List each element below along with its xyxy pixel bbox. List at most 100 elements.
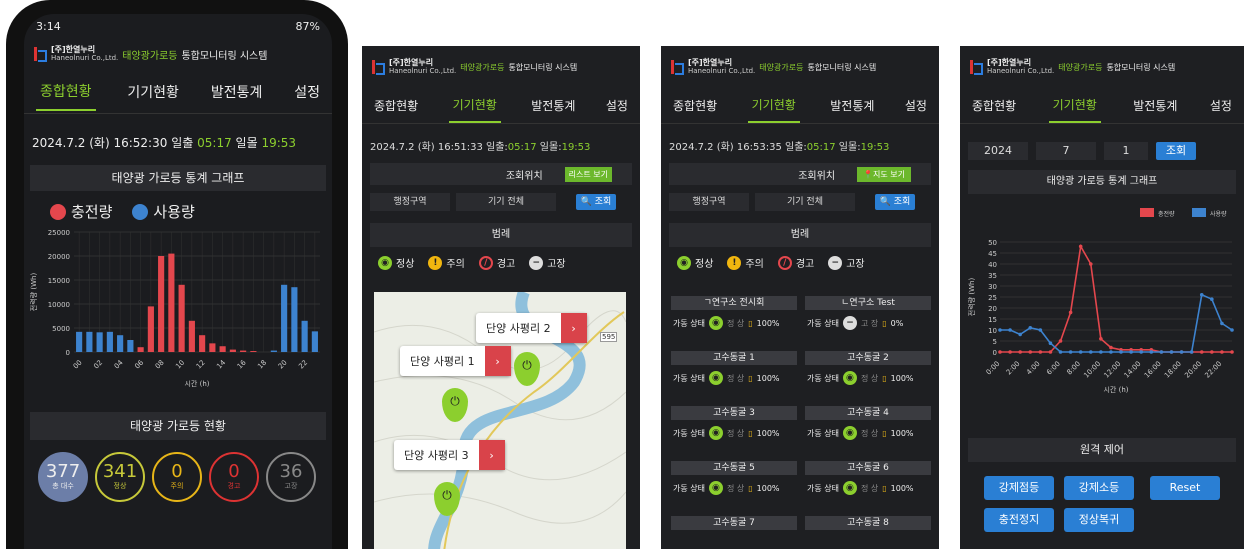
op-label: 가동 상태: [807, 318, 839, 328]
x-tick-label: 12: [195, 359, 207, 371]
device-card[interactable]: 고수동굴 6 가동 상태 ◉ 정 상 ▯ 100%: [805, 461, 931, 501]
x-tick-label: 4:00: [1025, 360, 1042, 377]
data-point: [1179, 350, 1184, 354]
device-name: ㄱ연구소 전시회: [671, 296, 797, 310]
search-label: 조회: [594, 197, 612, 207]
reset-button[interactable]: Reset: [1150, 476, 1220, 500]
force-on-button[interactable]: 강제점등: [984, 476, 1054, 500]
map-view-button[interactable]: 📍지도 보기: [857, 166, 911, 182]
y-tick-label: 5000: [52, 325, 70, 333]
road-number-label: 595: [600, 332, 618, 342]
device-card[interactable]: ㄱ연구소 전시회 가동 상태 ◉ 정 상 ▯ 100%: [671, 296, 797, 336]
y-tick-label: 50: [988, 239, 997, 247]
x-tick-label: 0:00: [985, 360, 1002, 377]
bar: [86, 331, 93, 352]
search-button[interactable]: 조회: [1156, 142, 1196, 160]
y-tick-label: 0: [993, 349, 997, 357]
tab-stats[interactable]: 발전통계: [830, 97, 874, 114]
plug-icon: ◉: [708, 426, 723, 440]
device-name: 고수동굴 4: [805, 406, 931, 420]
device-state: 고 장: [860, 318, 879, 328]
search-button[interactable]: 🔍 조회: [576, 194, 616, 210]
data-point: [1048, 350, 1053, 354]
company-name: [주]한열누리 Haneolnuri Co.,Ltd.: [51, 45, 119, 63]
system-suffix: 통합모니터링 시스템: [508, 62, 578, 72]
callout-3[interactable]: 단양 사평리 3 ›: [394, 440, 505, 470]
tab-devices[interactable]: 기기현황: [127, 82, 179, 102]
app-header: [주]한열누리 Haneolnuri Co.,Ltd. 태양광가로등 통합모니터링…: [960, 46, 1244, 88]
force-off-button[interactable]: 강제소등: [1064, 476, 1134, 500]
device-card[interactable]: 고수동굴 4 가동 상태 ◉ 정 상 ▯ 100%: [805, 406, 931, 446]
bar: [147, 306, 154, 352]
tab-stats[interactable]: 발전통계: [1133, 97, 1177, 114]
tab-overview[interactable]: 종합현황: [36, 73, 96, 111]
device-name: 고수동굴 7: [671, 516, 797, 530]
current-datetime: 2024.7.2 (화) 16:51:33: [370, 142, 483, 153]
x-tick-label: 00: [72, 359, 84, 371]
bar: [158, 256, 165, 352]
restore-button[interactable]: 정상복귀: [1064, 508, 1134, 532]
region-select[interactable]: 행정구역: [669, 193, 749, 211]
y-axis-label: 전력량 (Wh): [29, 273, 38, 312]
region-select[interactable]: 행정구역: [370, 193, 450, 211]
x-axis-label: 시간 (h): [1103, 385, 1128, 394]
tab-settings[interactable]: 설정: [606, 97, 628, 114]
tab-stats[interactable]: 발전통계: [531, 97, 575, 114]
device-select[interactable]: 기기 전체: [755, 193, 855, 211]
tab-settings[interactable]: 설정: [294, 82, 320, 102]
current-datetime: 2024.7.2 (화) 16:53:35: [669, 142, 782, 153]
search-button[interactable]: 🔍 조회: [875, 194, 915, 210]
date-line: 2024.7.2 (화) 16:51:33 일출:05:17 일몰:19:53: [370, 142, 591, 153]
device-card[interactable]: 고수동굴 2 가동 상태 ◉ 정 상 ▯ 100%: [805, 351, 931, 391]
tab-devices[interactable]: 기기현황: [747, 88, 800, 123]
tab-overview[interactable]: 종합현황: [972, 97, 1016, 114]
legend-fault: − 고장: [529, 255, 566, 270]
tab-overview[interactable]: 종합현황: [673, 97, 717, 114]
data-point: [998, 328, 1002, 332]
x-tick-label: 10: [174, 359, 186, 371]
tab-devices[interactable]: 기기현황: [448, 88, 501, 123]
month-select[interactable]: 7: [1036, 142, 1096, 160]
device-card[interactable]: ㄴ연구소 Test 가동 상태 − 고 장 ▯ 0%: [805, 296, 931, 336]
legend-title: 범례: [370, 223, 632, 247]
tab-devices[interactable]: 기기현황: [1048, 88, 1101, 123]
bar: [311, 331, 318, 352]
chart-legend: 충전량 사용량: [24, 191, 332, 226]
count-circle: 0 경고: [209, 452, 259, 502]
device-card[interactable]: 고수동굴 8: [805, 516, 931, 530]
device-card[interactable]: 고수동굴 7: [671, 516, 797, 530]
date-filter: 2024 7 1 조회: [960, 124, 1244, 168]
op-label: 가동 상태: [807, 373, 839, 383]
y-tick-label: 10: [988, 327, 997, 335]
x-tick-label: 10:00: [1082, 360, 1102, 380]
callout-1[interactable]: 단양 사평리 1 ›: [400, 346, 511, 376]
tab-stats[interactable]: 발전통계: [211, 82, 263, 102]
device-select[interactable]: 기기 전체: [456, 193, 556, 211]
day-select[interactable]: 1: [1104, 142, 1148, 160]
series-line: [1000, 244, 1232, 353]
data-point: [1078, 244, 1083, 249]
x-tick-label: 8:00: [1065, 360, 1082, 377]
status-time: 3:14: [36, 19, 61, 33]
tab-settings[interactable]: 설정: [1210, 97, 1232, 114]
device-name: 고수동굴 8: [805, 516, 931, 530]
tab-settings[interactable]: 설정: [905, 97, 927, 114]
callout-2[interactable]: 단양 사평리 2 ›: [476, 313, 587, 343]
stop-charge-button[interactable]: 충전정지: [984, 508, 1054, 532]
device-card[interactable]: 고수동굴 1 가동 상태 ◉ 정 상 ▯ 100%: [671, 351, 797, 391]
callout-label: 단양 사평리 2: [486, 322, 551, 335]
device-card[interactable]: 고수동굴 3 가동 상태 ◉ 정 상 ▯ 100%: [671, 406, 797, 446]
device-card[interactable]: 고수동굴 5 가동 상태 ◉ 정 상 ▯ 100%: [671, 461, 797, 501]
year-select[interactable]: 2024: [968, 142, 1028, 160]
list-view-button[interactable]: 리스트 보기: [564, 166, 612, 182]
y-tick-label: 45: [988, 250, 997, 258]
count-value: 36: [279, 461, 303, 482]
bar: [281, 284, 288, 352]
data-point: [1230, 350, 1234, 354]
tab-overview[interactable]: 종합현황: [374, 97, 418, 114]
x-tick-label: 2:00: [1005, 360, 1022, 377]
current-datetime: 2024.7.2 (화) 16:52:30: [32, 136, 168, 150]
bar: [209, 343, 216, 352]
y-tick-label: 5: [993, 338, 997, 346]
battery-pct: 100%: [756, 428, 780, 438]
